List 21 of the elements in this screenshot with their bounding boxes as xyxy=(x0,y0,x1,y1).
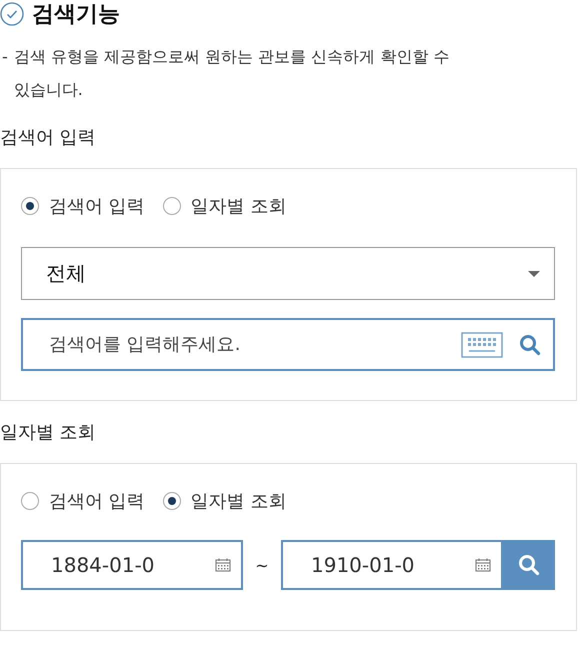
section-title: 검색어 입력 xyxy=(0,126,97,150)
radio-option[interactable]: 검색어 입력 xyxy=(21,194,145,218)
search-bar[interactable]: 검색어를 입력해주세요. xyxy=(21,318,555,371)
end-date-field[interactable]: 1910-01-0 xyxy=(281,540,503,590)
checkmark-icon xyxy=(0,2,24,26)
calendar-icon[interactable] xyxy=(475,558,491,572)
keyboard-icon[interactable] xyxy=(461,332,503,358)
radio-option[interactable]: 일자별 조회 xyxy=(162,194,286,218)
description: 검색 유형을 제공함으로써 원하는 관보를 신속하게 확인할 수 있습니다. xyxy=(14,46,450,101)
radio-option[interactable]: 검색어 입력 xyxy=(21,489,145,513)
search-icon xyxy=(518,554,540,576)
category-select[interactable]: 전체 xyxy=(21,247,555,300)
radio-option[interactable]: 일자별 조회 xyxy=(162,489,286,513)
range-separator: ~ xyxy=(254,556,270,574)
search-button[interactable] xyxy=(503,540,555,590)
start-date-field[interactable]: 1884-01-0 xyxy=(21,540,243,590)
bullet: - xyxy=(2,46,8,68)
page-title: 검색기능 xyxy=(32,1,120,29)
section-title: 일자별 조회 xyxy=(0,421,97,445)
calendar-icon[interactable] xyxy=(215,558,231,572)
search-icon xyxy=(519,334,541,356)
